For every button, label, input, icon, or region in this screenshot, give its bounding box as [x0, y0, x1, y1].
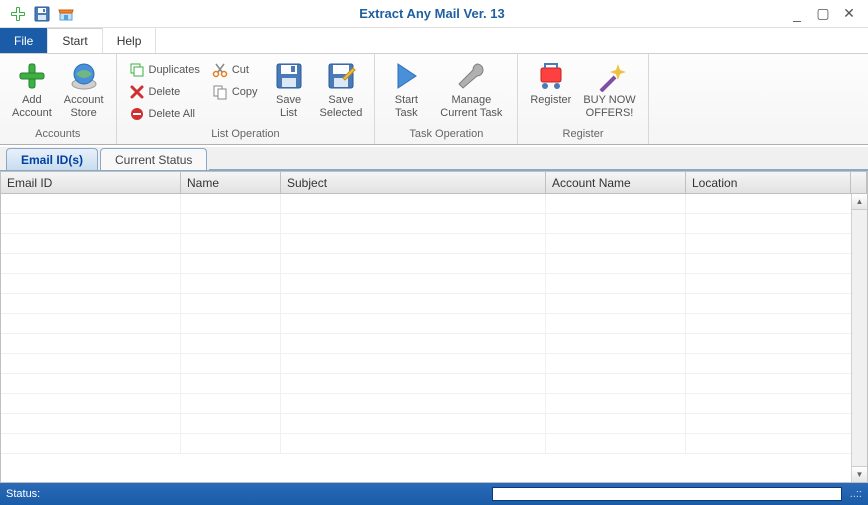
quick-add-icon[interactable]	[8, 4, 28, 24]
cart-icon	[535, 60, 567, 92]
title-bar: Extract Any Mail Ver. 13 _ ▢ ✕	[0, 0, 868, 28]
list-op-group-label: List Operation	[123, 126, 369, 142]
menu-help[interactable]: Help	[103, 28, 157, 53]
start-task-button[interactable]: Start Task	[381, 58, 431, 122]
tab-current-status[interactable]: Current Status	[100, 148, 207, 170]
delete-all-button[interactable]: Delete All	[125, 104, 204, 124]
menu-bar: File Start Help	[0, 28, 868, 54]
account-store-label: Account Store	[64, 94, 104, 120]
delete-all-icon	[129, 106, 145, 122]
column-name[interactable]: Name	[181, 172, 281, 193]
register-button[interactable]: Register	[524, 58, 577, 109]
cut-label: Cut	[232, 64, 249, 76]
scroll-up-button[interactable]: ▲	[852, 194, 867, 210]
duplicates-button[interactable]: Duplicates	[125, 60, 204, 80]
tab-email-ids[interactable]: Email ID(s)	[6, 148, 98, 170]
save-selected-button[interactable]: Save Selected	[314, 58, 369, 122]
delete-all-label: Delete All	[149, 108, 195, 120]
resize-grip[interactable]: ..::	[846, 488, 862, 500]
ribbon: Add Account Account Store Accounts Dupli…	[0, 54, 868, 145]
menu-start[interactable]: Start	[48, 28, 102, 53]
quick-store-icon[interactable]	[56, 4, 76, 24]
ribbon-group-accounts: Add Account Account Store Accounts	[0, 54, 117, 144]
copy-icon	[212, 84, 228, 100]
start-task-label: Start Task	[395, 94, 418, 120]
wand-icon	[594, 60, 626, 92]
progress-bar	[492, 487, 842, 501]
status-label: Status:	[6, 488, 40, 500]
add-account-button[interactable]: Add Account	[6, 58, 58, 122]
play-icon	[390, 60, 422, 92]
globe-disk-icon	[68, 60, 100, 92]
column-email-id[interactable]: Email ID	[1, 172, 181, 193]
status-bar: Status: ..::	[0, 483, 868, 505]
save-selected-label: Save Selected	[320, 94, 363, 120]
manage-task-label: Manage Current Task	[440, 94, 502, 120]
delete-button[interactable]: Delete	[125, 82, 204, 102]
delete-icon	[129, 84, 145, 100]
register-group-label: Register	[524, 126, 641, 142]
close-button[interactable]: ✕	[840, 5, 858, 23]
register-label: Register	[530, 94, 571, 107]
save-pencil-icon	[325, 60, 357, 92]
add-account-label: Add Account	[12, 94, 52, 120]
copy-button[interactable]: Copy	[208, 82, 262, 102]
minimize-button[interactable]: _	[788, 5, 806, 23]
buy-now-button[interactable]: BUY NOW OFFERS!	[577, 58, 641, 122]
plus-icon	[16, 60, 48, 92]
ribbon-group-register: Register BUY NOW OFFERS! Register	[518, 54, 648, 144]
accounts-group-label: Accounts	[6, 126, 110, 142]
vertical-scrollbar[interactable]: ▲ ▼	[851, 194, 867, 482]
table-header: Email ID Name Subject Account Name Locat…	[1, 172, 867, 194]
scroll-down-button[interactable]: ▼	[852, 466, 867, 482]
column-account-name[interactable]: Account Name	[546, 172, 686, 193]
save-list-button[interactable]: Save List	[264, 58, 314, 122]
maximize-button[interactable]: ▢	[814, 5, 832, 23]
delete-label: Delete	[149, 86, 181, 98]
manage-task-button[interactable]: Manage Current Task	[431, 58, 511, 122]
duplicates-icon	[129, 62, 145, 78]
account-store-button[interactable]: Account Store	[58, 58, 110, 122]
column-location[interactable]: Location	[686, 172, 851, 193]
results-table: Email ID Name Subject Account Name Locat…	[0, 171, 868, 483]
copy-label: Copy	[232, 86, 258, 98]
save-icon	[273, 60, 305, 92]
duplicates-label: Duplicates	[149, 64, 200, 76]
wrench-icon	[455, 60, 487, 92]
window-title: Extract Any Mail Ver. 13	[76, 6, 788, 21]
buy-now-label: BUY NOW OFFERS!	[583, 94, 635, 120]
table-body: ▲ ▼	[1, 194, 867, 482]
cut-button[interactable]: Cut	[208, 60, 262, 80]
ribbon-group-task-operation: Start Task Manage Current Task Task Oper…	[375, 54, 518, 144]
save-list-label: Save List	[276, 94, 301, 120]
quick-save-icon[interactable]	[32, 4, 52, 24]
task-op-group-label: Task Operation	[381, 126, 511, 142]
content-tabs: Email ID(s) Current Status	[0, 147, 868, 171]
menu-file[interactable]: File	[0, 28, 48, 53]
scissors-icon	[212, 62, 228, 78]
column-subject[interactable]: Subject	[281, 172, 546, 193]
ribbon-group-list-operation: Duplicates Delete Delete All Cut	[117, 54, 376, 144]
